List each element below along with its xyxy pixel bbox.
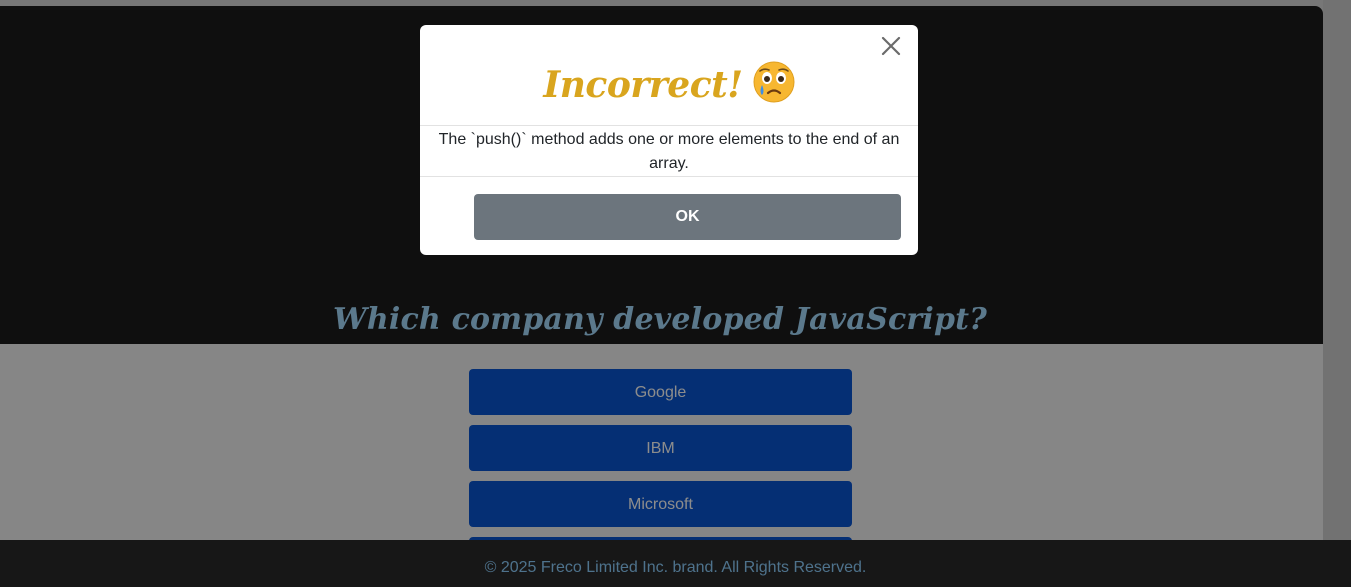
modal-message: The `push()` method adds one or more ele… bbox=[420, 126, 918, 177]
modal-footer: OK bbox=[420, 177, 918, 255]
close-icon[interactable] bbox=[878, 33, 904, 59]
ok-button[interactable]: OK bbox=[474, 194, 901, 240]
modal-title: Incorrect! bbox=[543, 64, 743, 106]
modal-message-text: The `push()` method adds one or more ele… bbox=[438, 131, 900, 172]
result-modal: Incorrect! The `push()` method adds one … bbox=[420, 25, 918, 255]
modal-header: Incorrect! bbox=[420, 25, 918, 126]
sad-tear-face-icon bbox=[753, 61, 795, 108]
